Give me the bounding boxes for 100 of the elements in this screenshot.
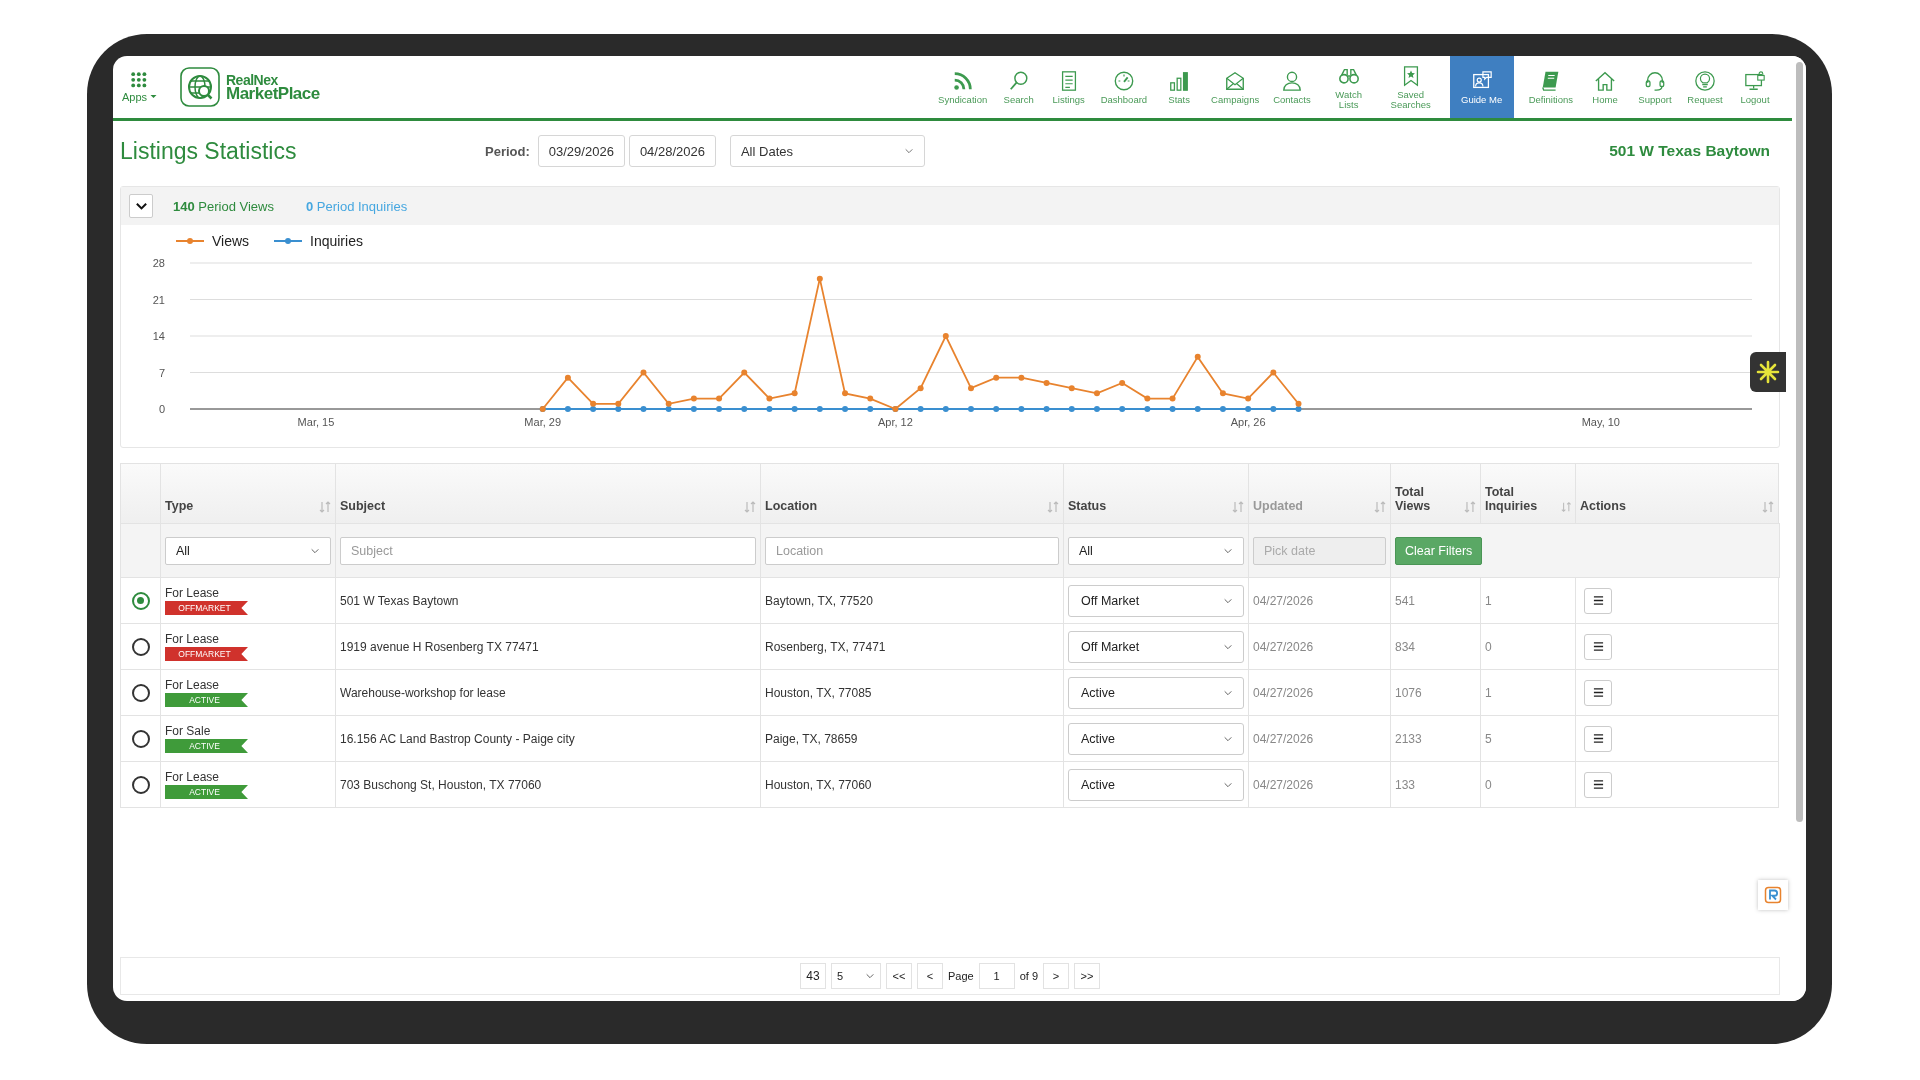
data-point (1270, 369, 1277, 376)
period-label: Period: (485, 143, 530, 159)
nav-item[interactable]: Syndication (931, 56, 994, 118)
status-filter-select[interactable]: All (1068, 536, 1244, 565)
nav-item[interactable]: Request (1680, 56, 1730, 118)
data-point (741, 369, 748, 376)
data-point (842, 390, 849, 397)
data-point (816, 275, 823, 282)
table-cell: 04/27/2026 (1253, 731, 1314, 746)
asterisk-button[interactable] (1750, 352, 1786, 392)
nav-item[interactable]: Logout (1730, 56, 1780, 118)
column-header[interactable]: Status (1068, 499, 1107, 513)
nav-item[interactable]: Support (1630, 56, 1680, 118)
apps-button[interactable]: Apps (120, 56, 160, 118)
data-point (968, 406, 974, 412)
status-select[interactable]: Off Market (1068, 630, 1244, 663)
globe-search-icon (180, 67, 220, 107)
nav-item[interactable]: Contacts (1266, 56, 1318, 118)
first-page-button[interactable]: << (885, 963, 912, 989)
data-point (968, 385, 974, 392)
table-cell: 703 Buschong St, Houston, TX 77060 (340, 777, 542, 792)
nav-item[interactable]: Definitions (1521, 56, 1580, 118)
x-tick-label: Apr, 12 (878, 416, 913, 428)
nav-item[interactable]: Dashboard (1093, 56, 1155, 118)
row-radio[interactable] (131, 591, 150, 610)
status-select[interactable]: Active (1068, 676, 1244, 709)
table-cell: Houston, TX, 77085 (765, 685, 872, 700)
logo[interactable]: RealNex MarketPlace (180, 56, 320, 118)
actions-button[interactable] (1584, 679, 1612, 706)
nav-item[interactable]: Listings (1043, 56, 1094, 118)
actions-button[interactable] (1584, 771, 1612, 798)
legend-label[interactable]: Inquiries (310, 233, 363, 249)
page-label: Page (947, 970, 974, 982)
table-cell: Warehouse-workshop for lease (340, 685, 506, 700)
menu-icon (1592, 779, 1604, 790)
nav-item[interactable]: Guide Me (1449, 56, 1514, 118)
table-cell: Baytown, TX, 77520 (765, 593, 873, 608)
next-page-button[interactable]: > (1043, 963, 1070, 989)
start-date-field[interactable]: 03/29/2026 (537, 135, 625, 167)
table-cell: 04/27/2026 (1253, 777, 1314, 792)
status-select[interactable]: Active (1068, 722, 1244, 755)
nav-item[interactable]: Campaigns (1204, 56, 1267, 118)
data-point (1043, 379, 1050, 386)
page-number-field[interactable]: 1 (978, 963, 1015, 989)
listing-type: For Lease (165, 586, 220, 600)
data-point (690, 395, 697, 402)
scrollbar[interactable] (1795, 62, 1803, 822)
row-radio[interactable] (131, 775, 150, 794)
collapse-toggle[interactable] (129, 194, 153, 218)
table-cell: 04/27/2026 (1253, 593, 1314, 608)
data-point (816, 406, 823, 412)
search-icon (1007, 69, 1030, 92)
table-cell: 1076 (1395, 685, 1422, 700)
actions-button[interactable] (1584, 633, 1612, 660)
end-date-field[interactable]: 04/28/2026 (628, 135, 716, 167)
date-range-select[interactable]: All Dates (729, 135, 925, 167)
column-header[interactable]: Type (165, 499, 194, 513)
data-point (741, 406, 748, 412)
previous-page-button[interactable]: < (916, 963, 943, 989)
legend-marker-icon (175, 238, 205, 244)
status-select[interactable]: Active (1068, 768, 1244, 801)
legend-label[interactable]: Views (212, 233, 250, 249)
column-header[interactable]: Location (765, 499, 818, 513)
data-point (867, 395, 874, 402)
row-radio[interactable] (131, 637, 150, 656)
nav-item[interactable]: Search (993, 56, 1044, 118)
table-cell: 1 (1485, 685, 1492, 700)
home-icon (1594, 69, 1616, 92)
status-select[interactable]: Off Market (1068, 584, 1244, 617)
x-tick-label: Mar, 15 (297, 416, 335, 428)
nav-item[interactable]: Home (1580, 56, 1630, 118)
headset-icon (1644, 69, 1666, 92)
nav-item[interactable]: Watch Lists (1317, 56, 1380, 118)
row-radio[interactable] (131, 729, 150, 748)
data-point (1093, 406, 1100, 412)
nav-item[interactable]: Stats (1154, 56, 1205, 118)
table-cell: 16.156 AC Land Bastrop County - Paige city (340, 731, 575, 746)
last-page-button[interactable]: >> (1074, 963, 1101, 989)
data-point (716, 395, 723, 402)
type-filter-select[interactable]: All (165, 536, 331, 565)
data-point (1245, 406, 1252, 412)
actions-button[interactable] (1584, 725, 1612, 752)
data-point (917, 406, 924, 412)
row-radio[interactable] (131, 683, 150, 702)
nav-item[interactable]: Saved Searches (1379, 56, 1442, 118)
data-point (1093, 390, 1100, 397)
actions-button[interactable] (1584, 587, 1612, 614)
column-header[interactable]: Actions (1580, 499, 1626, 513)
monitor-lock-icon (1744, 69, 1766, 92)
table-cell: 04/27/2026 (1253, 639, 1314, 654)
table-cell: 0 (1485, 639, 1492, 654)
listing-type: For Lease (165, 632, 220, 646)
data-point (640, 406, 647, 412)
chat-widget-button[interactable] (1758, 880, 1788, 910)
data-point (867, 406, 874, 412)
data-point (1194, 353, 1201, 360)
data-point (1245, 395, 1252, 402)
column-header[interactable]: Subject (340, 499, 386, 513)
chevron-down-icon (903, 146, 914, 156)
page-size-select[interactable]: 5 (830, 963, 881, 989)
